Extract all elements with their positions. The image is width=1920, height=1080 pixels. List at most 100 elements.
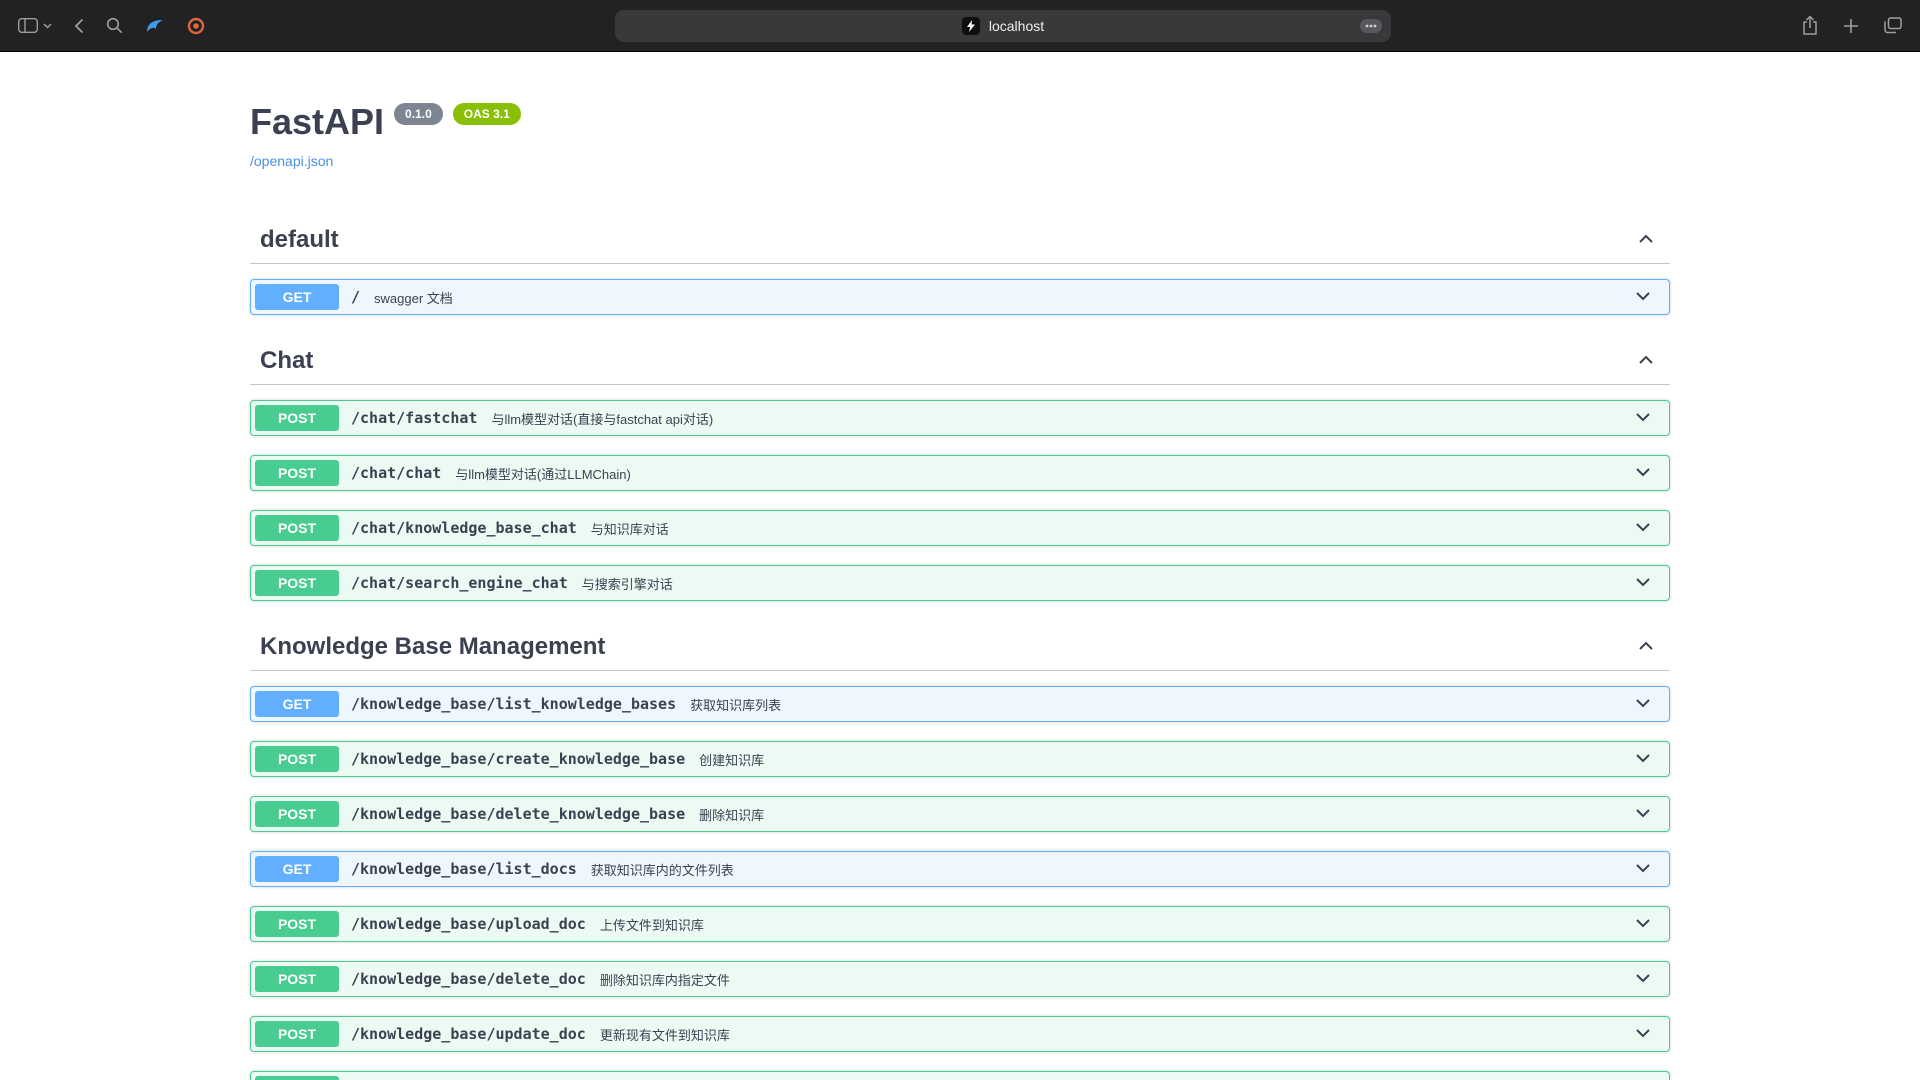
operation-summary: POST /knowledge_base/delete_knowledge_ba… <box>251 797 1669 831</box>
expand-operation-button[interactable] <box>1627 803 1659 826</box>
address-bar[interactable]: localhost <box>615 10 1391 42</box>
operation-path: /chat/search_engine_chat <box>351 574 568 592</box>
operation-row[interactable]: POST /chat/knowledge_base_chat 与知识库对话 <box>250 510 1670 546</box>
collapse-section-button[interactable] <box>1630 348 1662 375</box>
expand-operation-button[interactable] <box>1627 968 1659 991</box>
section-title: Knowledge Base Management <box>260 632 1630 662</box>
section-title: Chat <box>260 346 1630 376</box>
chevron-down-icon <box>1633 462 1653 485</box>
operation-summary: POST /knowledge_base/recreate_vector_sto… <box>251 1072 1669 1080</box>
operation-description: 创建知识库 <box>699 750 764 769</box>
sidebar-toggle-button[interactable] <box>18 18 52 33</box>
method-badge: POST <box>255 911 339 937</box>
bird-extension-icon[interactable] <box>145 17 165 35</box>
sidebar-toggle-icon[interactable] <box>18 18 38 33</box>
operation-path: /chat/knowledge_base_chat <box>351 519 577 537</box>
tab-overview-icon[interactable] <box>1883 17 1902 34</box>
chevron-down-icon <box>1633 1023 1653 1046</box>
expand-operation-button[interactable] <box>1627 572 1659 595</box>
method-badge: POST <box>255 966 339 992</box>
expand-operation-button[interactable] <box>1627 858 1659 881</box>
operation-row[interactable]: POST /knowledge_base/upload_doc 上传文件到知识库 <box>250 906 1670 942</box>
new-tab-icon[interactable] <box>1843 18 1859 34</box>
collapse-section-button[interactable] <box>1630 634 1662 661</box>
chevron-down-icon[interactable] <box>43 23 52 29</box>
operation-path: / <box>351 288 360 306</box>
operations-list: GET /knowledge_base/list_knowledge_bases… <box>250 671 1670 1080</box>
section-header[interactable]: Knowledge Base Management <box>250 620 1670 671</box>
operation-row[interactable]: POST /knowledge_base/delete_knowledge_ba… <box>250 796 1670 832</box>
search-icon[interactable] <box>106 17 123 34</box>
expand-operation-button[interactable] <box>1627 517 1659 540</box>
api-sections: default GET / swagger 文档 <box>250 213 1670 1080</box>
expand-operation-button[interactable] <box>1627 286 1659 309</box>
chevron-down-icon <box>1633 968 1653 991</box>
operation-summary: POST /knowledge_base/create_knowledge_ba… <box>251 742 1669 776</box>
operation-description: 与llm模型对话(通过LLMChain) <box>455 464 631 483</box>
more-menu-icon[interactable] <box>1360 19 1382 38</box>
site-favicon-icon <box>962 17 980 35</box>
operation-description: 与llm模型对话(直接与fastchat api对话) <box>491 409 713 428</box>
chevron-down-icon <box>1633 913 1653 936</box>
method-badge: POST <box>255 405 339 431</box>
operation-path: /chat/fastchat <box>351 409 477 427</box>
operation-description: 与知识库对话 <box>591 519 669 538</box>
operation-summary: POST /chat/knowledge_base_chat 与知识库对话 <box>251 511 1669 545</box>
operation-row[interactable]: GET /knowledge_base/list_knowledge_bases… <box>250 686 1670 722</box>
operation-path: /knowledge_base/delete_doc <box>351 970 586 988</box>
operation-path: /chat/chat <box>351 464 441 482</box>
method-badge: GET <box>255 856 339 882</box>
method-badge: POST <box>255 460 339 486</box>
operation-row[interactable]: POST /chat/fastchat 与llm模型对话(直接与fastchat… <box>250 400 1670 436</box>
expand-operation-button[interactable] <box>1627 693 1659 716</box>
operation-summary: GET / swagger 文档 <box>251 280 1669 314</box>
chevron-down-icon <box>1633 748 1653 771</box>
record-extension-icon[interactable] <box>187 17 205 35</box>
operation-row[interactable]: GET /knowledge_base/list_docs 获取知识库内的文件列… <box>250 851 1670 887</box>
api-info: FastAPI 0.1.0 OAS 3.1 /openapi.json <box>250 100 1670 171</box>
api-title-text: FastAPI <box>250 100 384 143</box>
operation-row[interactable]: POST /chat/search_engine_chat 与搜索引擎对话 <box>250 565 1670 601</box>
chevron-down-icon <box>1633 803 1653 826</box>
operation-description: 更新现有文件到知识库 <box>600 1025 730 1044</box>
oas-badge: OAS 3.1 <box>453 103 521 125</box>
method-badge: POST <box>255 746 339 772</box>
api-section: Knowledge Base Management GET /knowledge… <box>250 620 1670 1080</box>
operation-summary: GET /knowledge_base/list_knowledge_bases… <box>251 687 1669 721</box>
expand-operation-button[interactable] <box>1627 748 1659 771</box>
operation-row[interactable]: POST /knowledge_base/create_knowledge_ba… <box>250 741 1670 777</box>
operation-path: /knowledge_base/update_doc <box>351 1025 586 1043</box>
method-badge: POST <box>255 515 339 541</box>
expand-operation-button[interactable] <box>1627 462 1659 485</box>
chevron-down-icon <box>1633 407 1653 430</box>
expand-operation-button[interactable] <box>1627 913 1659 936</box>
expand-operation-button[interactable] <box>1627 1023 1659 1046</box>
operation-row[interactable]: POST /knowledge_base/recreate_vector_sto… <box>250 1071 1670 1080</box>
section-header[interactable]: default <box>250 213 1670 264</box>
operation-summary: POST /chat/chat 与llm模型对话(通过LLMChain) <box>251 456 1669 490</box>
operation-description: swagger 文档 <box>374 288 453 307</box>
method-badge: POST <box>255 570 339 596</box>
version-badge: 0.1.0 <box>394 103 443 125</box>
operation-row[interactable]: POST /chat/chat 与llm模型对话(通过LLMChain) <box>250 455 1670 491</box>
operation-summary: POST /chat/fastchat 与llm模型对话(直接与fastchat… <box>251 401 1669 435</box>
operation-row[interactable]: POST /knowledge_base/update_doc 更新现有文件到知… <box>250 1016 1670 1052</box>
operation-path: /knowledge_base/list_knowledge_bases <box>351 695 676 713</box>
section-header[interactable]: Chat <box>250 334 1670 385</box>
operation-summary: POST /knowledge_base/update_doc 更新现有文件到知… <box>251 1017 1669 1051</box>
openapi-spec-link[interactable]: /openapi.json <box>250 153 333 169</box>
operation-description: 与搜索引擎对话 <box>582 574 673 593</box>
method-badge: POST <box>255 1021 339 1047</box>
operation-row[interactable]: POST /knowledge_base/delete_doc 删除知识库内指定… <box>250 961 1670 997</box>
share-icon[interactable] <box>1801 15 1819 36</box>
expand-operation-button[interactable] <box>1627 407 1659 430</box>
chevron-down-icon <box>1633 858 1653 881</box>
operations-list: POST /chat/fastchat 与llm模型对话(直接与fastchat… <box>250 385 1670 601</box>
back-icon[interactable] <box>74 18 84 34</box>
api-section: default GET / swagger 文档 <box>250 213 1670 315</box>
operation-path: /knowledge_base/delete_knowledge_base <box>351 805 685 823</box>
operation-path: /knowledge_base/upload_doc <box>351 915 586 933</box>
collapse-section-button[interactable] <box>1630 227 1662 254</box>
method-badge: GET <box>255 691 339 717</box>
operation-row[interactable]: GET / swagger 文档 <box>250 279 1670 315</box>
